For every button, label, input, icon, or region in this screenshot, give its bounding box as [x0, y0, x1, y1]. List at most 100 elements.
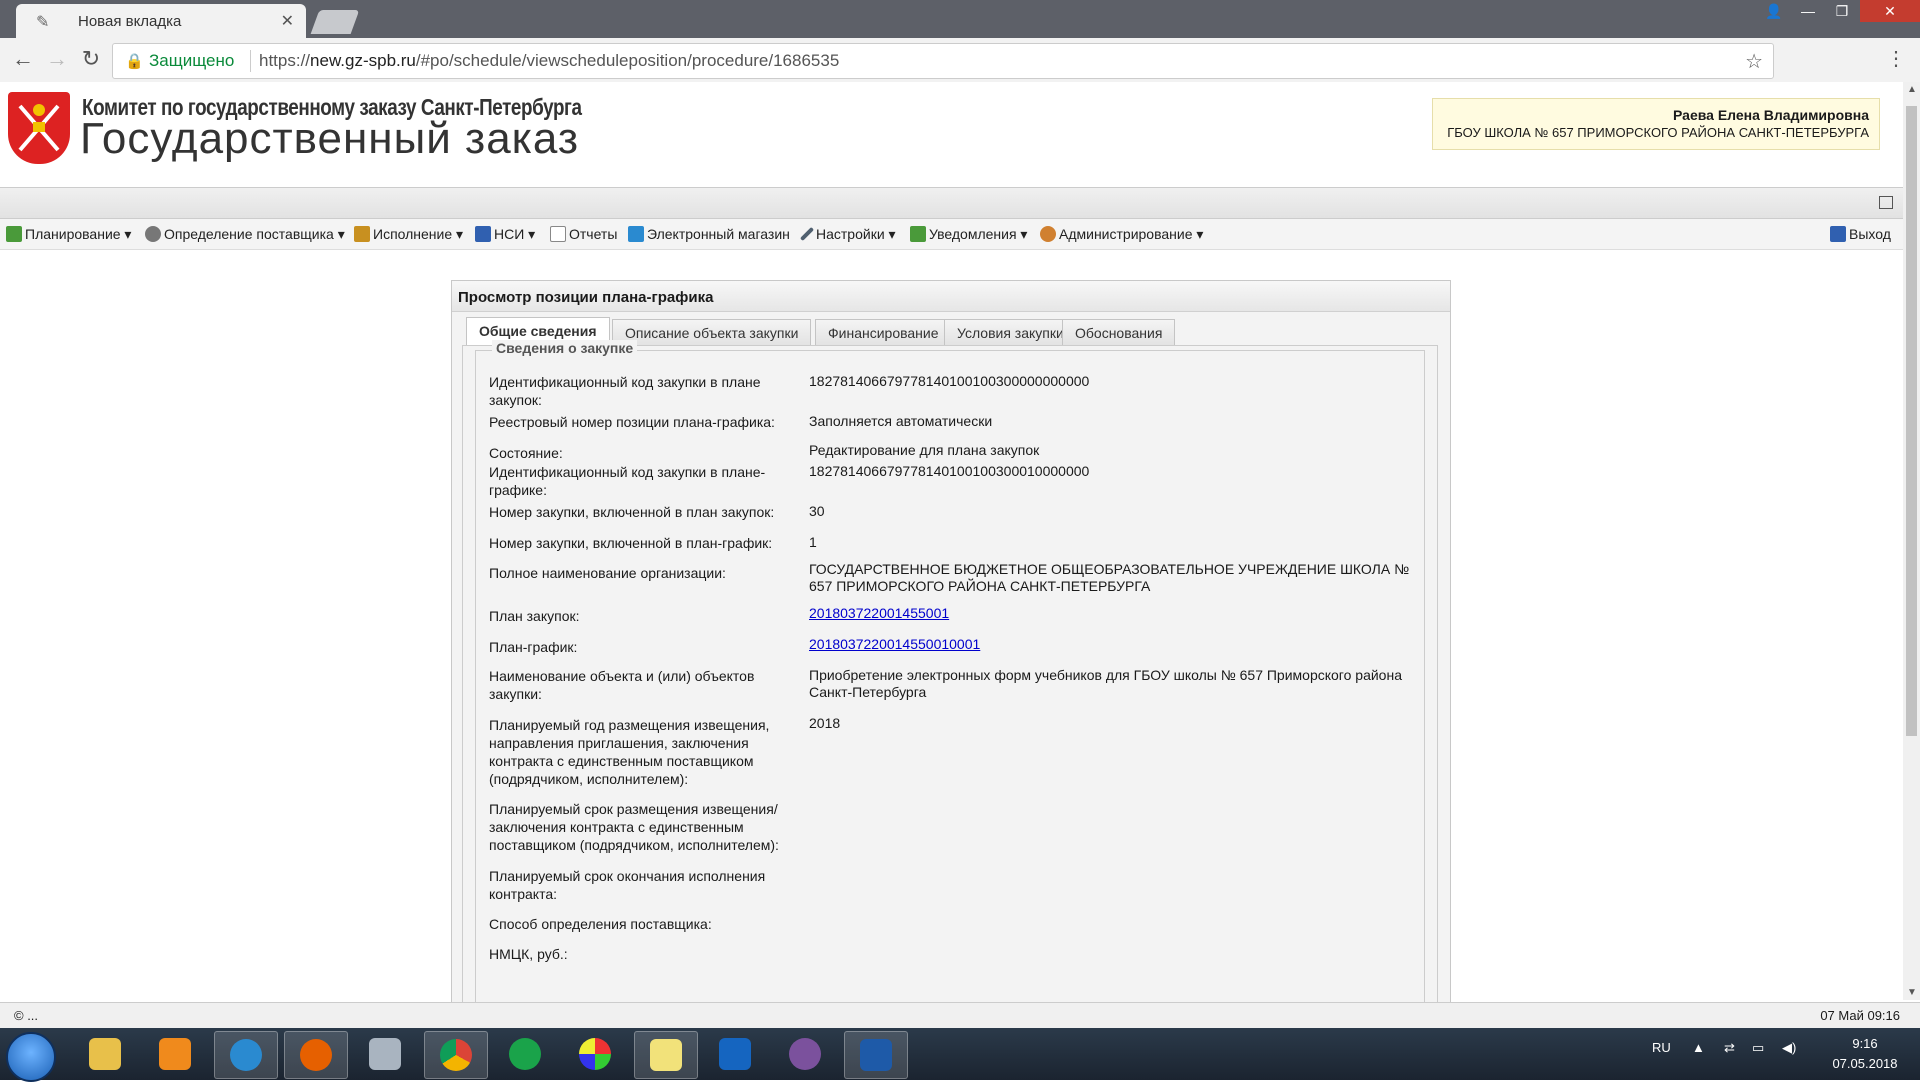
- taskbar-viber[interactable]: [774, 1031, 836, 1077]
- panel-title: Просмотр позиции плана-графика: [458, 289, 714, 306]
- tab-close-icon[interactable]: ✕: [281, 11, 294, 31]
- viber-icon: [789, 1038, 821, 1070]
- taskbar-ie[interactable]: [214, 1031, 278, 1079]
- browser-menu-icon[interactable]: ⋮: [1886, 46, 1906, 71]
- field-label: План закупок:: [489, 608, 580, 624]
- taskbar-media-player[interactable]: [144, 1031, 206, 1077]
- menu-reports-label: Отчеты: [569, 226, 618, 242]
- logout-label: Выход: [1849, 226, 1891, 242]
- paint-icon: [579, 1038, 611, 1070]
- forward-icon[interactable]: →: [44, 48, 70, 70]
- url-scheme: https://: [259, 51, 311, 70]
- menu-execution[interactable]: Исполнение ▾: [354, 226, 463, 243]
- menu-reports[interactable]: Отчеты: [550, 226, 617, 242]
- taskbar-outlook[interactable]: [704, 1031, 766, 1077]
- gears-icon: [145, 226, 161, 242]
- menu-settings-label: Настройки: [816, 226, 885, 242]
- shield-icon: [860, 1039, 892, 1071]
- field-label: Идентификационный код закупки в плане-гр…: [489, 464, 766, 498]
- taskbar-notes[interactable]: [634, 1031, 698, 1079]
- menu-planning[interactable]: Планирование ▾: [6, 226, 131, 243]
- taskbar-mail[interactable]: [494, 1031, 556, 1077]
- field-label: Реестровый номер позиции плана-графика:: [489, 414, 775, 430]
- field-label: Номер закупки, включенной в план закупок…: [489, 504, 775, 520]
- planning-icon: [6, 226, 22, 242]
- menu-notifications-label: Уведомления: [929, 226, 1017, 242]
- url-text[interactable]: https://new.gz-spb.ru/#po/schedule/views…: [259, 51, 839, 71]
- sticky-notes-icon: [650, 1039, 682, 1071]
- tab-financing[interactable]: Финансирование: [815, 319, 952, 346]
- maximize-icon[interactable]: ❐: [1825, 0, 1859, 22]
- display-icon[interactable]: ▭: [1752, 1040, 1764, 1056]
- site-title: Государственный заказ: [80, 114, 580, 163]
- field-value: Приобретение электронных форм учебников …: [809, 667, 1402, 700]
- menu-supplier-label: Определение поставщика: [164, 226, 334, 242]
- menu-admin[interactable]: Администрирование ▾: [1040, 226, 1203, 243]
- new-tab-button[interactable]: [310, 10, 360, 34]
- menu-supplier[interactable]: Определение поставщика ▾: [145, 226, 345, 243]
- tray-expand-icon[interactable]: ▲: [1692, 1040, 1705, 1055]
- volume-icon[interactable]: ◀): [1782, 1040, 1796, 1056]
- taskbar-explorer[interactable]: [74, 1031, 136, 1077]
- minimize-icon[interactable]: —: [1791, 0, 1825, 22]
- scroll-down-icon[interactable]: ▼: [1907, 987, 1917, 998]
- taskbar-mcafee[interactable]: [844, 1031, 908, 1079]
- clock-date: 07.05.2018: [1832, 1056, 1898, 1071]
- schedule-plan-link[interactable]: 2018037220014550010001: [809, 636, 980, 653]
- lock-icon: 🔒: [125, 53, 144, 70]
- spb-emblem-logo[interactable]: [8, 92, 70, 164]
- taskbar-calculator[interactable]: [354, 1031, 416, 1077]
- tab-object-description[interactable]: Описание объекта закупки: [612, 319, 812, 346]
- menu-admin-label: Администрирование: [1059, 226, 1193, 242]
- status-datetime: 07 Май 09:16: [1820, 1008, 1900, 1023]
- taskbar-firefox[interactable]: [284, 1031, 348, 1079]
- field-value: Редактирование для плана закупок: [809, 442, 1040, 458]
- back-icon[interactable]: ←: [10, 48, 36, 70]
- mail-at-icon: [509, 1038, 541, 1070]
- logout-icon: [1830, 226, 1846, 242]
- scroll-up-icon[interactable]: ▲: [1907, 84, 1917, 95]
- windows-taskbar: RU ▲ ⇄ ▭ ◀) 9:16 07.05.2018: [0, 1028, 1920, 1082]
- wrench-icon: [799, 226, 815, 242]
- page-scrollbar[interactable]: ▲ ▼: [1903, 82, 1920, 1000]
- collapse-header-icon[interactable]: [1879, 196, 1893, 209]
- system-clock[interactable]: 9:16 07.05.2018: [1820, 1034, 1910, 1074]
- start-button[interactable]: [6, 1032, 56, 1082]
- language-indicator[interactable]: RU: [1652, 1040, 1671, 1055]
- url-host: new.gz-spb.ru: [310, 51, 416, 70]
- tab-justifications[interactable]: Обоснования: [1062, 319, 1176, 346]
- user-organization: ГБОУ ШКОЛА № 657 ПРИМОРСКОГО РАЙОНА САНК…: [1447, 125, 1869, 140]
- url-field[interactable]: 🔒 Защищено https://new.gz-spb.ru/#po/sch…: [112, 43, 1774, 79]
- field-value: 182781406679778140100100300000000000: [809, 373, 1090, 389]
- network-icon[interactable]: ⇄: [1724, 1040, 1735, 1056]
- browser-tab-bar: ✎ Новая вкладка ✕ 👤 — ❐ ✕: [0, 0, 1920, 38]
- field-value: 30: [809, 503, 825, 519]
- menu-eshop[interactable]: Электронный магазин: [628, 226, 790, 242]
- window-close-icon[interactable]: ✕: [1860, 0, 1920, 22]
- logout-button[interactable]: Выход: [1830, 226, 1891, 242]
- profile-icon[interactable]: 👤: [1757, 0, 1791, 22]
- menu-nsi[interactable]: НСИ ▾: [475, 226, 535, 243]
- field-label: План-график:: [489, 639, 578, 655]
- field-value: ГОСУДАРСТВЕННОЕ БЮДЖЕТНОЕ ОБЩЕОБРАЗОВАТЕ…: [809, 561, 1410, 594]
- procurement-plan-link[interactable]: 201803722001455001: [809, 605, 949, 622]
- tab-title: Новая вкладка: [78, 13, 182, 30]
- secure-label: Защищено: [149, 51, 235, 70]
- tab-favicon-icon: ✎: [36, 14, 50, 31]
- main-menu: Планирование ▾ Определение поставщика ▾ …: [0, 219, 1903, 250]
- field-label: Планируемый срок окончания исполнения ко…: [489, 868, 766, 902]
- purchase-info-fieldset: Сведения о закупке Идентификационный код…: [475, 340, 1425, 1002]
- calculator-icon: [369, 1038, 401, 1070]
- taskbar-paint[interactable]: [564, 1031, 626, 1077]
- bookmark-star-icon[interactable]: ☆: [1745, 49, 1763, 74]
- browser-tab[interactable]: ✎ Новая вкладка ✕: [16, 4, 306, 38]
- menu-notifications[interactable]: Уведомления ▾: [910, 226, 1027, 243]
- site-header: Комитет по государственному заказу Санкт…: [0, 82, 1903, 187]
- tab-conditions[interactable]: Условия закупки: [944, 319, 1077, 346]
- field-label: Полное наименование организации:: [489, 565, 726, 581]
- menu-settings[interactable]: Настройки ▾: [799, 226, 896, 243]
- reload-icon[interactable]: ↻: [78, 48, 104, 70]
- taskbar-chrome[interactable]: [424, 1031, 488, 1079]
- scrollbar-thumb[interactable]: [1906, 106, 1917, 736]
- status-copyright: © ...: [14, 1008, 39, 1023]
